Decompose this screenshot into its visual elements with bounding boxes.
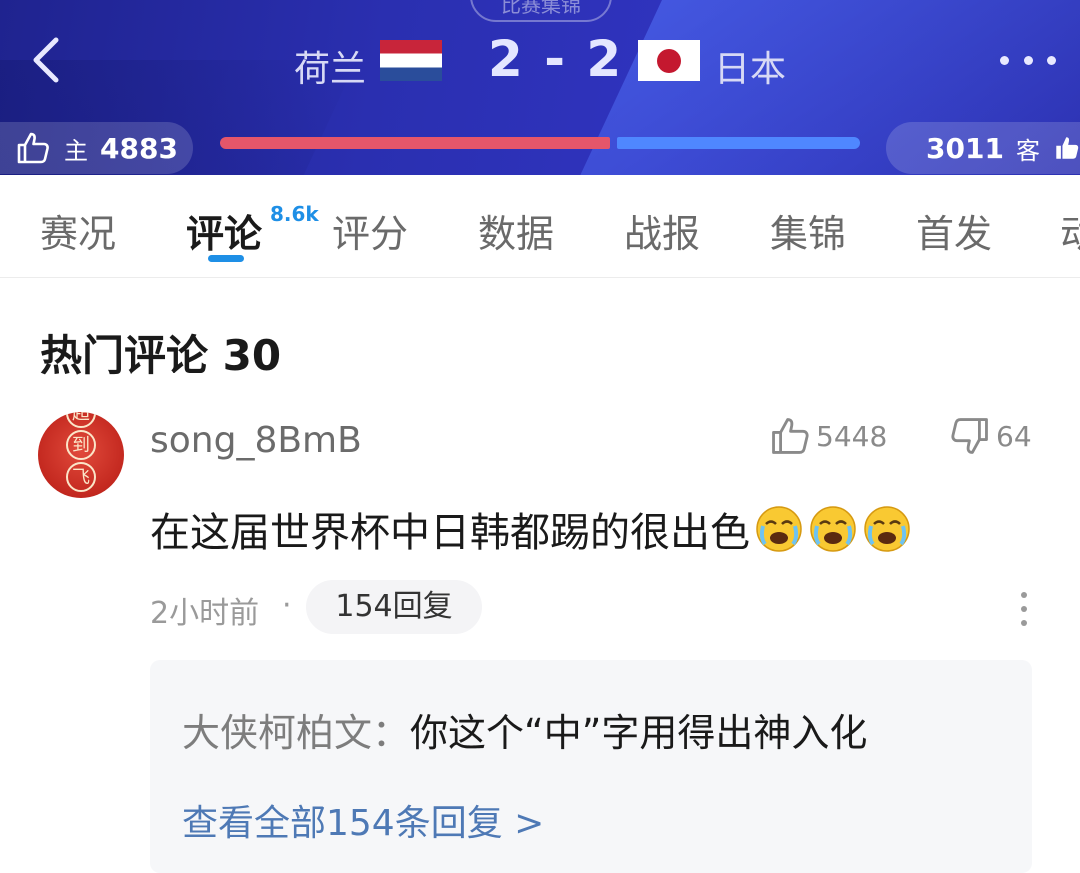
tab-comments[interactable]: 评论: [186, 203, 262, 258]
comment-more-icon[interactable]: [1018, 592, 1030, 626]
tab-report[interactable]: 战报: [624, 203, 700, 258]
reply-preview-box[interactable]: 大侠柯柏文：你这个“中”字用得出神入化 查看全部154条回复 >: [150, 660, 1032, 873]
active-tab-indicator: [208, 255, 244, 262]
comment-count-badge: 8.6k: [270, 202, 319, 226]
tab-bar: 赛况 评论 8.6k 评分 数据 战报 集锦 首发 动: [0, 175, 1080, 278]
comment-body: 在这届世界杯中日韩都踢的很出色: [150, 500, 912, 558]
view-all-replies-link[interactable]: 查看全部154条回复 >: [182, 794, 544, 846]
more-options-icon[interactable]: [1000, 56, 1056, 68]
away-support-button[interactable]: 3011 客: [886, 122, 1080, 174]
tab-ratings[interactable]: 评分: [332, 203, 408, 258]
thumbs-up-icon: [772, 418, 809, 454]
crying-face-icon: [756, 506, 802, 552]
meta-separator: ·: [282, 588, 292, 623]
dislike-button[interactable]: 64: [950, 416, 1032, 456]
tab-lineup[interactable]: 首发: [916, 203, 992, 258]
comment-timestamp: 2小时前: [150, 596, 260, 631]
back-arrow-icon[interactable]: [26, 34, 70, 86]
thumbs-up-filled-icon: [1056, 137, 1079, 159]
like-button[interactable]: 5448: [770, 416, 887, 456]
crying-face-icon: [864, 506, 910, 552]
thumbs-up-outline-icon: [17, 132, 49, 164]
tab-live[interactable]: 赛况: [40, 203, 116, 258]
away-vote-label: 客: [1015, 136, 1040, 165]
home-support-button[interactable]: 主 4883: [0, 122, 193, 174]
match-header: 比赛集锦 荷兰 2 - 2 日本 主 4883 3011 客: [0, 0, 1080, 175]
tab-stats[interactable]: 数据: [478, 203, 554, 258]
away-vote-count: 3011: [926, 131, 1004, 165]
reply-count-button[interactable]: 154回复: [306, 580, 482, 634]
comment-username[interactable]: song_8BmB: [150, 420, 362, 461]
reply-author[interactable]: 大侠柯柏文：: [182, 711, 410, 755]
highlights-pill[interactable]: 比赛集锦: [470, 0, 612, 22]
reply-preview-line: 大侠柯柏文：你这个“中”字用得出神入化: [182, 702, 867, 757]
dislike-count: 64: [996, 419, 1032, 453]
like-count: 5448: [816, 419, 888, 453]
home-vote-label: 主: [64, 136, 88, 165]
avatar-char: 超: [66, 412, 96, 428]
tab-highlights[interactable]: 集锦: [770, 203, 846, 258]
japan-flag-icon: [638, 40, 700, 81]
hot-comments-title: 热门评论 30: [40, 331, 282, 380]
avatar[interactable]: 超 到 飞: [38, 412, 124, 498]
away-team-name[interactable]: 日本: [714, 40, 786, 92]
away-support-bar: [617, 137, 860, 149]
match-score: 2 - 2: [488, 30, 624, 88]
comment-text: 在这届世界杯中日韩都踢的很出色: [150, 510, 750, 556]
home-team-name[interactable]: 荷兰: [294, 40, 366, 92]
avatar-char: 到: [66, 430, 96, 460]
reply-content: 你这个“中”字用得出神入化: [410, 711, 868, 755]
avatar-char: 飞: [66, 462, 96, 492]
tab-more-cutoff[interactable]: 动: [1060, 203, 1080, 258]
crying-face-icon: [810, 506, 856, 552]
home-vote-count: 4883: [100, 131, 178, 165]
netherlands-flag-icon: [380, 40, 442, 81]
thumbs-down-icon: [951, 418, 988, 454]
home-support-bar: [220, 137, 610, 149]
